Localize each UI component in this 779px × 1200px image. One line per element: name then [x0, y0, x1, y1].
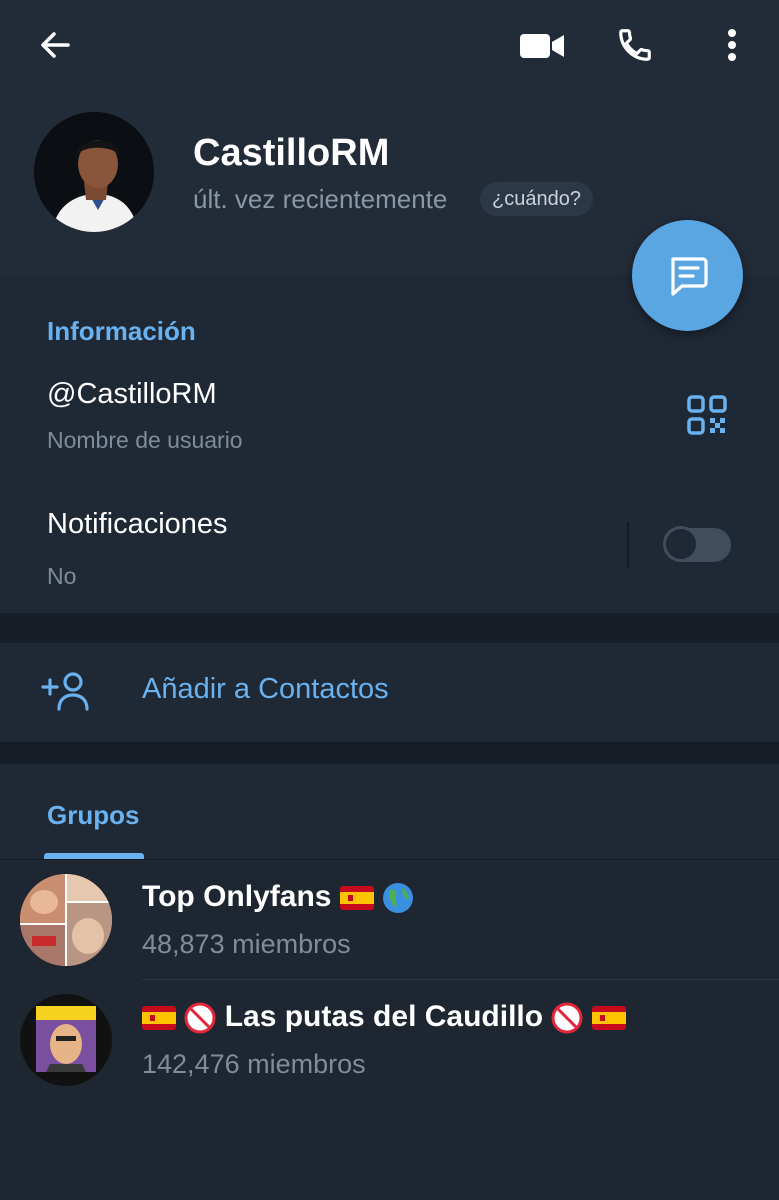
- add-contact-label[interactable]: Añadir a Contactos: [142, 673, 389, 706]
- info-section-title: Información: [47, 316, 196, 346]
- more-options-button[interactable]: [712, 22, 752, 68]
- send-message-button[interactable]: [632, 220, 743, 331]
- row-divider: [142, 979, 779, 980]
- no-under-18-icon: [551, 1002, 583, 1034]
- tab-groups[interactable]: Grupos: [47, 800, 139, 831]
- video-camera-icon: [520, 34, 564, 58]
- group-title: Las putas del Caudillo: [142, 1000, 626, 1034]
- username-label: Nombre de usuario: [47, 427, 243, 453]
- section-divider: [0, 613, 779, 643]
- group-members: 142,476 miembros: [142, 1049, 366, 1079]
- no-under-18-icon: [184, 1002, 216, 1034]
- qr-code-icon: [687, 395, 727, 435]
- globe-icon: [383, 883, 414, 914]
- arrow-left-icon: [41, 32, 70, 58]
- spain-flag-icon: [591, 1006, 626, 1031]
- group-title: Top Onlyfans: [142, 880, 414, 914]
- profile-name: CastilloRM: [193, 132, 390, 174]
- phone-icon: [619, 29, 651, 61]
- video-call-button[interactable]: [515, 24, 569, 68]
- group-photo-caricature: [20, 994, 112, 1086]
- last-seen-status: últ. vez recientemente: [193, 184, 448, 214]
- group-avatar: [20, 994, 112, 1086]
- add-contact-icon-wrap: [40, 668, 92, 714]
- tab-divider: [0, 859, 779, 860]
- group-members: 48,873 miembros: [142, 929, 351, 959]
- group-name-text: Las putas del Caudillo: [224, 1000, 544, 1033]
- when-chip[interactable]: ¿cuándo?: [480, 182, 593, 216]
- group-photo-collage: [20, 874, 112, 966]
- add-contact-row[interactable]: [0, 643, 779, 742]
- notifications-toggle-knob: [663, 526, 699, 562]
- more-vertical-icon: [728, 29, 736, 61]
- group-avatar: [20, 874, 112, 966]
- avatar-photo: [34, 112, 154, 232]
- avatar[interactable]: [34, 112, 154, 232]
- spain-flag-icon: [339, 886, 374, 911]
- qr-code-button[interactable]: [684, 392, 730, 438]
- notifications-value: No: [47, 563, 77, 589]
- notifications-label[interactable]: Notificaciones: [47, 508, 228, 541]
- message-icon: [670, 256, 708, 296]
- back-button[interactable]: [30, 22, 80, 68]
- section-divider-2: [0, 742, 779, 764]
- username[interactable]: @CastilloRM: [47, 378, 217, 411]
- notifications-divider: [627, 522, 629, 568]
- voice-call-button[interactable]: [610, 22, 660, 68]
- add-user-icon: [41, 672, 89, 711]
- spain-flag-icon: [142, 1006, 176, 1031]
- group-name-text: Top Onlyfans: [142, 880, 332, 913]
